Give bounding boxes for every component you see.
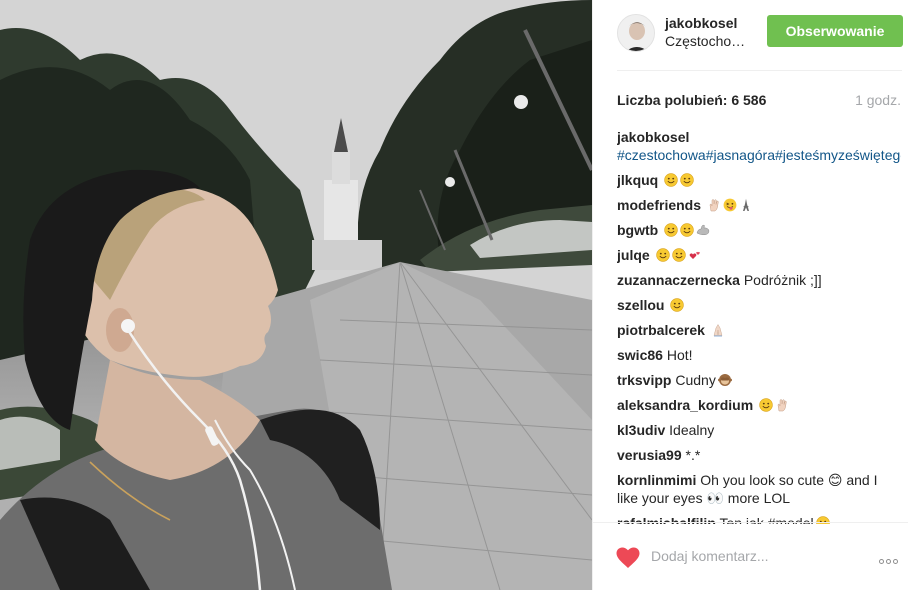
smile-emoji-icon xyxy=(671,248,686,262)
hearts-emoji-icon xyxy=(689,251,700,259)
comment-item: verusia99 *.* xyxy=(617,446,901,464)
smile-emoji-icon xyxy=(680,223,694,237)
comment-item: szellou xyxy=(617,296,901,314)
comment-username[interactable]: trksvipp xyxy=(617,372,671,388)
comment-item: swic86 Hot! xyxy=(617,346,901,364)
likes-count[interactable]: Liczba polubień: 6 586 xyxy=(617,92,766,108)
smile-emoji-icon xyxy=(655,248,670,262)
smile-emoji-icon xyxy=(759,398,773,412)
more-options-icon[interactable] xyxy=(879,551,905,564)
comment-username[interactable]: kl3udiv xyxy=(617,422,665,438)
header-location[interactable]: Częstocho… xyxy=(665,33,745,49)
comment-item: bgwtb xyxy=(617,221,901,239)
comment-text: *.* xyxy=(685,447,701,463)
avatar[interactable] xyxy=(617,14,655,52)
post-header: jakobkosel Częstocho… Obserwowanie xyxy=(593,0,908,68)
smile-emoji-icon xyxy=(664,223,678,237)
comment-username[interactable]: swic86 xyxy=(617,347,663,363)
caption-username[interactable]: jakobkosel xyxy=(617,129,689,145)
post-sidebar: jakobkosel Częstocho… Obserwowanie Liczb… xyxy=(592,0,908,590)
heart-icon[interactable] xyxy=(616,547,640,569)
comment-item: trksvipp Cudny xyxy=(617,371,901,389)
comment-username[interactable]: modefriends xyxy=(617,197,701,213)
pray-emoji-icon xyxy=(713,323,723,337)
comment-username[interactable]: bgwtb xyxy=(617,222,658,238)
post-photo[interactable] xyxy=(0,0,592,590)
comment-item: jlkquq xyxy=(617,171,901,189)
comment-item: aleksandra_kordium xyxy=(617,396,901,414)
post-modal: jakobkosel Częstocho… Obserwowanie Liczb… xyxy=(0,0,908,590)
muscle-emoji-icon xyxy=(696,224,710,236)
caption-hashtags[interactable]: #czestochowa#jasnagóra#jesteśmyześwięteg… xyxy=(617,147,901,163)
header-username[interactable]: jakobkosel xyxy=(665,15,737,31)
hand-emoji-icon xyxy=(777,399,787,412)
hand-emoji-icon xyxy=(709,199,719,212)
comment-item: kl3udiv Idealny xyxy=(617,421,901,439)
follow-button[interactable]: Obserwowanie xyxy=(767,15,903,47)
comment-text: Podróżnik ;]] xyxy=(743,272,822,288)
comment-username[interactable]: aleksandra_kordium xyxy=(617,397,753,413)
comment-text: Idealny xyxy=(669,422,715,438)
header-divider xyxy=(617,70,902,71)
comment-username[interactable]: jlkquq xyxy=(617,172,658,188)
post-footer xyxy=(593,523,908,590)
dot xyxy=(879,559,884,564)
comment-username[interactable]: verusia99 xyxy=(617,447,682,463)
smile-emoji-icon xyxy=(670,298,685,312)
comment-text: Hot! xyxy=(666,347,693,363)
comment-item: kornlinmimi Oh you look so cute 😊 and I … xyxy=(617,471,901,507)
comment-username[interactable]: zuzannaczernecka xyxy=(617,272,740,288)
comment-username[interactable]: kornlinmimi xyxy=(617,472,696,488)
comment-item: julqe xyxy=(617,246,901,264)
comment-username[interactable]: szellou xyxy=(617,297,664,313)
tower-emoji-icon xyxy=(742,198,749,211)
comment-item: piotrbalcerek xyxy=(617,321,901,339)
tongue-emoji-icon xyxy=(723,198,737,212)
post-time[interactable]: 1 godz. xyxy=(855,92,901,108)
dot xyxy=(886,559,891,564)
add-comment-input[interactable] xyxy=(651,545,841,567)
comment-item: zuzannaczernecka Podróżnik ;]] xyxy=(617,271,901,289)
smile-emoji-icon xyxy=(680,173,694,187)
caption: jakobkosel #czestochowa#jasnagóra#jesteś… xyxy=(617,128,901,164)
photo-illustration xyxy=(0,0,592,590)
smile-emoji-icon xyxy=(664,173,678,187)
likes-row: Liczba polubień: 6 586 1 godz. xyxy=(617,92,903,110)
comment-text: Cudny xyxy=(675,372,716,388)
monkey-emoji-icon xyxy=(717,374,732,386)
comment-username[interactable]: julqe xyxy=(617,247,650,263)
dot xyxy=(893,559,898,564)
avatar-image xyxy=(618,15,654,51)
comment-item: modefriends xyxy=(617,196,901,214)
comments-list[interactable]: jakobkosel #czestochowa#jasnagóra#jesteś… xyxy=(617,128,901,524)
comment-username[interactable]: piotrbalcerek xyxy=(617,322,705,338)
